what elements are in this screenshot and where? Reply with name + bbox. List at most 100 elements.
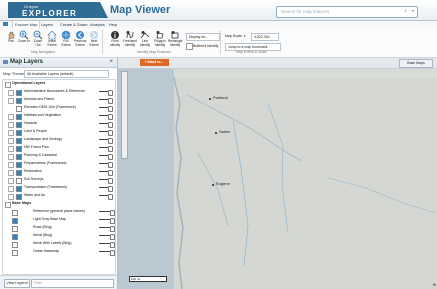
layer-row[interactable]: Soil Surveys	[3, 176, 115, 184]
view-legend-button[interactable]: View Legend	[4, 279, 30, 288]
previous-extent-button[interactable]: Previous Extent	[73, 30, 87, 48]
slider-knob[interactable]	[108, 193, 113, 200]
layer-label: Animals and Plants	[24, 97, 54, 101]
opacity-slider[interactable]	[99, 145, 113, 152]
slider-knob[interactable]	[108, 129, 113, 136]
zoom-out-label: Zoom Out	[33, 39, 43, 47]
operational-layers-section[interactable]: Operational Layers	[3, 80, 115, 88]
opacity-slider[interactable]	[99, 121, 113, 128]
tab-explore-map[interactable]: Explore Map	[12, 21, 41, 28]
full-extent-button[interactable]: Full Extent	[59, 30, 73, 48]
layer-row[interactable]: Elevation DEM 10m (Framework)	[3, 104, 115, 112]
layer-row[interactable]: Water and Air	[3, 192, 115, 200]
app-menu-icon[interactable]	[3, 22, 8, 26]
basemap-row[interactable]: Road (Bing)	[3, 224, 115, 232]
slider-knob[interactable]	[108, 153, 113, 160]
opacity-slider[interactable]	[99, 161, 113, 168]
slider-knob[interactable]	[110, 225, 115, 232]
opacity-slider[interactable]	[99, 169, 113, 176]
layer-label: Soil Surveys	[24, 177, 44, 181]
search-icon[interactable]: ⌕	[404, 8, 407, 14]
opacity-slider[interactable]	[99, 233, 115, 240]
basemap-row[interactable]: Ocean Basemap	[3, 248, 115, 256]
search-input[interactable]: Search for map features ⌕ ▾	[276, 6, 418, 18]
slider-knob[interactable]	[110, 217, 115, 224]
layer-row[interactable]: Administrative Boundaries & Reference	[3, 88, 115, 96]
layer-row[interactable]: Animals and Plants	[3, 96, 115, 104]
slider-knob[interactable]	[108, 161, 113, 168]
i-want-to-button[interactable]: I Want to...	[140, 59, 169, 66]
slider-knob[interactable]	[108, 97, 113, 104]
basemap-row[interactable]: Light Gray Base Map	[3, 216, 115, 224]
slider-knob[interactable]	[108, 137, 113, 144]
layer-row[interactable]: Landscape and Geology	[3, 136, 115, 144]
line-identify-button[interactable]: Line Identify	[138, 30, 152, 48]
zoom-out-button[interactable]: Zoom Out	[31, 30, 45, 48]
slider-knob[interactable]	[108, 145, 113, 152]
layer-row[interactable]: Habitats and Vegetation	[3, 112, 115, 120]
zoom-slider[interactable]	[121, 71, 128, 159]
opacity-slider[interactable]	[99, 217, 115, 224]
tab-layers[interactable]: Layers	[39, 21, 55, 28]
base-maps-button[interactable]: Base Maps	[399, 59, 433, 68]
layer-row[interactable]: Transportation (Framework)	[3, 184, 115, 192]
opacity-slider[interactable]	[99, 137, 113, 144]
pan-button[interactable]: Pan	[4, 30, 18, 48]
map-theme-select[interactable]: All Available Layers (default)	[24, 70, 109, 78]
opacity-slider[interactable]	[99, 185, 113, 192]
opacity-slider[interactable]	[99, 129, 113, 136]
layer-row[interactable]: NW Forest Plan	[3, 144, 115, 152]
opacity-slider[interactable]	[99, 89, 113, 96]
zoom-in-button[interactable]: Zoom In	[17, 30, 31, 48]
initial-extent-button[interactable]: Initial Extent	[45, 30, 59, 48]
polygon-identify-label: Polygon Identify	[154, 39, 166, 47]
basemap-row[interactable]: Aerial (Bing)	[3, 232, 115, 240]
slider-knob[interactable]	[110, 209, 115, 216]
base-maps-section[interactable]: Base Maps	[3, 200, 115, 208]
buffered-identify-checkbox[interactable]	[186, 43, 193, 50]
search-caret-icon[interactable]: ▾	[412, 8, 414, 13]
map-scale-input[interactable]: 4,822,334	[251, 33, 279, 41]
basemap-row[interactable]: Aerial With Labels (Bing)	[3, 240, 115, 248]
slider-knob[interactable]	[110, 249, 115, 256]
polygon-identify-button[interactable]: Polygon Identify	[153, 30, 167, 48]
opacity-slider[interactable]	[99, 153, 113, 160]
layer-row[interactable]: Hazards	[3, 120, 115, 128]
tab-help[interactable]: Help	[107, 21, 119, 28]
layer-row[interactable]: Planning & Cadastral	[3, 152, 115, 160]
opacity-slider[interactable]	[99, 105, 113, 112]
tab-create-share[interactable]: Create & Share	[58, 21, 90, 28]
tab-analysis[interactable]: Analysis	[88, 21, 107, 28]
basemap-checkbox[interactable]	[12, 250, 18, 256]
layer-row[interactable]: Land & People	[3, 128, 115, 136]
slider-knob[interactable]	[110, 241, 115, 248]
layer-row[interactable]: Preparedness (Framework)	[3, 160, 115, 168]
slider-knob[interactable]	[108, 89, 113, 96]
point-identify-button[interactable]: Point Identify	[108, 30, 122, 48]
opacity-slider[interactable]	[99, 241, 115, 248]
slider-knob[interactable]	[108, 121, 113, 128]
slider-knob[interactable]	[108, 113, 113, 120]
opacity-slider[interactable]	[99, 97, 113, 104]
opacity-slider[interactable]	[99, 193, 113, 200]
opacity-slider[interactable]	[99, 113, 113, 120]
next-extent-button[interactable]: Next Extent	[87, 30, 101, 48]
basemap-row[interactable]: Reference (general place names)	[3, 208, 115, 216]
display-for-select[interactable]: Display for...	[186, 33, 220, 41]
rectangle-identify-button[interactable]: Rectangle Identify	[168, 30, 182, 48]
opacity-slider[interactable]	[99, 209, 115, 216]
filter-input[interactable]: Filter	[31, 279, 114, 288]
freehand-identify-button[interactable]: Freehand Identify	[123, 30, 137, 48]
layer-row[interactable]: Restoration	[3, 168, 115, 176]
slider-knob[interactable]	[108, 185, 113, 192]
slider-knob[interactable]	[108, 177, 113, 184]
oregon-explorer-logo[interactable]: Oregon EXPLORER	[8, 2, 108, 18]
opacity-slider[interactable]	[99, 177, 113, 184]
slider-knob[interactable]	[110, 233, 115, 240]
map-canvas[interactable]: I Want to... Base Maps Portland Salem Eu…	[118, 58, 437, 289]
slider-knob[interactable]	[108, 105, 113, 112]
opacity-slider[interactable]	[99, 225, 115, 232]
opacity-slider[interactable]	[99, 249, 115, 256]
close-icon[interactable]: ×	[109, 59, 113, 65]
slider-knob[interactable]	[108, 169, 113, 176]
